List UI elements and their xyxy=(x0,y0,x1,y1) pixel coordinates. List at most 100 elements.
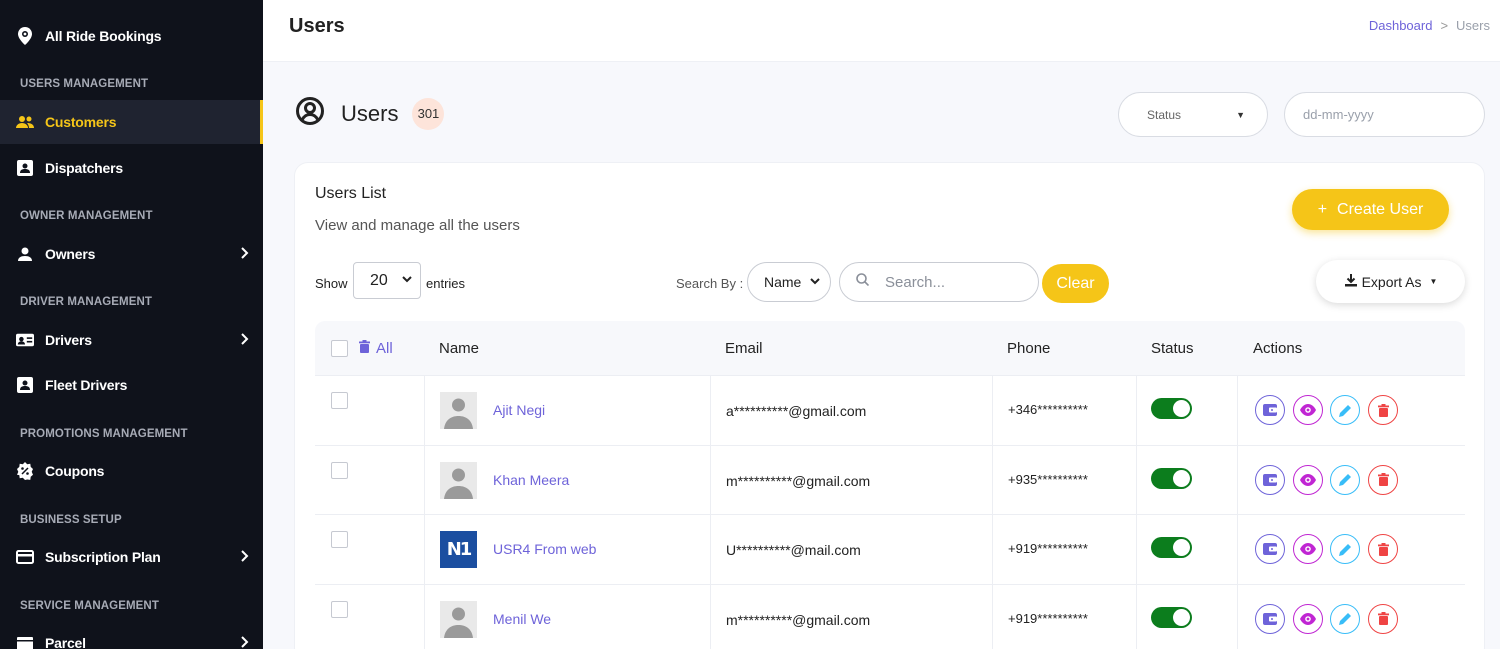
edit-button[interactable] xyxy=(1330,603,1360,634)
status-toggle[interactable] xyxy=(1151,398,1192,419)
view-button[interactable] xyxy=(1293,395,1323,425)
wallet-button[interactable] xyxy=(1255,603,1285,634)
date-filter-input[interactable] xyxy=(1284,92,1485,137)
row-checkbox[interactable] xyxy=(331,392,348,409)
toggle-knob xyxy=(1173,400,1190,417)
search-by-value: Name xyxy=(764,274,802,290)
section-business-setup: BUSINESS SETUP xyxy=(20,514,122,526)
wallet-button[interactable] xyxy=(1255,464,1285,495)
user-email: U**********@mail.com xyxy=(726,542,861,558)
default-avatar-icon xyxy=(440,392,477,429)
sidebar-item-label: Drivers xyxy=(45,332,92,348)
column-email: Email xyxy=(725,340,763,357)
section-driver-management: DRIVER MANAGEMENT xyxy=(20,296,153,308)
user-name-link[interactable]: Ajit Negi xyxy=(493,402,545,418)
row-checkbox[interactable] xyxy=(331,531,348,548)
export-as-button[interactable]: Export As ▼ xyxy=(1316,260,1465,303)
view-button[interactable] xyxy=(1293,534,1323,564)
status-toggle[interactable] xyxy=(1151,537,1192,558)
toggle-knob xyxy=(1173,469,1190,487)
select-all-label[interactable]: All xyxy=(376,340,393,357)
map-pin-icon xyxy=(16,27,34,45)
sidebar-item-fleet-drivers[interactable]: Fleet Drivers xyxy=(0,363,263,407)
user-email: m**********@gmail.com xyxy=(726,472,871,489)
wallet-icon xyxy=(1263,543,1277,555)
contact-card-icon xyxy=(16,376,34,394)
sidebar-item-label: Fleet Drivers xyxy=(45,377,128,393)
clear-button[interactable]: Clear xyxy=(1042,264,1109,303)
toggle-knob xyxy=(1173,608,1190,626)
status-toggle[interactable] xyxy=(1151,467,1192,489)
sidebar-item-label: Customers xyxy=(45,114,117,130)
caret-down-icon: ▼ xyxy=(1429,277,1438,286)
sidebar-item-label: Subscription Plan xyxy=(45,549,161,565)
breadcrumb-current: Users xyxy=(1456,18,1490,33)
sidebar-item-drivers[interactable]: Drivers xyxy=(0,318,263,362)
user-phone: +935********** xyxy=(1008,471,1088,487)
table-row: Ajit Negi a**********@gmail.com +346****… xyxy=(315,376,1465,446)
eye-icon xyxy=(1300,543,1316,555)
search-by-select[interactable]: Name xyxy=(747,262,831,302)
sidebar-item-dispatchers[interactable]: Dispatchers xyxy=(0,146,263,190)
users-header: Users 301 xyxy=(295,96,445,131)
row-checkbox[interactable] xyxy=(331,600,348,618)
users-table: All Name Email Phone Status Actions Ajit… xyxy=(315,321,1465,649)
wallet-button[interactable] xyxy=(1255,395,1285,425)
chevron-right-icon xyxy=(241,549,249,565)
sidebar-item-parcel[interactable]: Parcel xyxy=(0,621,263,649)
caret-down-icon: ▼ xyxy=(1236,110,1245,120)
wallet-button[interactable] xyxy=(1255,534,1285,564)
create-user-button[interactable]: + Create User xyxy=(1292,189,1449,230)
sidebar-item-coupons[interactable]: Coupons xyxy=(0,449,263,493)
user-name-link[interactable]: Khan Meera xyxy=(493,472,569,488)
status-filter-select[interactable]: Status ▼ xyxy=(1118,92,1268,137)
select-all-checkbox[interactable] xyxy=(331,340,348,357)
search-icon xyxy=(856,273,870,291)
delete-button[interactable] xyxy=(1368,603,1398,634)
view-button[interactable] xyxy=(1293,603,1323,634)
breadcrumb-dashboard-link[interactable]: Dashboard xyxy=(1369,18,1433,33)
trash-icon xyxy=(1377,403,1389,417)
status-toggle[interactable] xyxy=(1151,606,1192,628)
breadcrumb-separator: > xyxy=(1440,18,1449,33)
pencil-icon xyxy=(1338,543,1351,556)
export-as-label: Export As xyxy=(1361,273,1422,290)
person-icon xyxy=(16,245,34,263)
entries-per-page-select[interactable]: 20 xyxy=(353,262,421,299)
sidebar-item-owners[interactable]: Owners xyxy=(0,232,263,276)
user-name-link[interactable]: USR4 From web xyxy=(493,541,596,557)
trash-icon xyxy=(1377,542,1389,556)
users-count-badge: 301 xyxy=(412,97,445,130)
delete-button[interactable] xyxy=(1368,395,1398,425)
entries-label: entries xyxy=(426,276,466,291)
sidebar-item-subscription-plan[interactable]: Subscription Plan xyxy=(0,535,263,579)
card-title: Users List xyxy=(315,185,387,202)
column-actions: Actions xyxy=(1253,340,1303,357)
badge-percent-icon xyxy=(16,462,34,480)
search-by-label: Search By : xyxy=(676,276,744,291)
edit-button[interactable] xyxy=(1330,464,1360,495)
row-checkbox[interactable] xyxy=(331,461,348,479)
sidebar-item-customers[interactable]: Customers xyxy=(0,100,263,144)
chevron-right-icon xyxy=(241,332,249,348)
sidebar-item-label: All Ride Bookings xyxy=(45,28,162,44)
topbar: Users Dashboard > Users xyxy=(263,0,1500,62)
pencil-icon xyxy=(1338,474,1351,486)
chevron-right-icon xyxy=(241,635,249,649)
delete-button[interactable] xyxy=(1368,534,1398,564)
trash-icon xyxy=(1377,473,1389,486)
search-box[interactable] xyxy=(839,262,1039,302)
avatar xyxy=(440,461,477,499)
sidebar-item-all-ride-bookings[interactable]: All Ride Bookings xyxy=(0,14,263,58)
view-button[interactable] xyxy=(1293,464,1323,495)
delete-button[interactable] xyxy=(1368,464,1398,495)
edit-button[interactable] xyxy=(1330,534,1360,564)
eye-icon xyxy=(1300,404,1316,416)
trash-icon[interactable] xyxy=(359,340,370,358)
user-name-link[interactable]: Menil We xyxy=(493,611,551,627)
edit-button[interactable] xyxy=(1330,395,1360,425)
wallet-icon xyxy=(1263,404,1277,416)
table-row: N1 USR4 From web U**********@mail.com +9… xyxy=(315,515,1465,585)
user-phone: +346********** xyxy=(1008,402,1088,417)
search-input[interactable] xyxy=(885,273,1015,291)
